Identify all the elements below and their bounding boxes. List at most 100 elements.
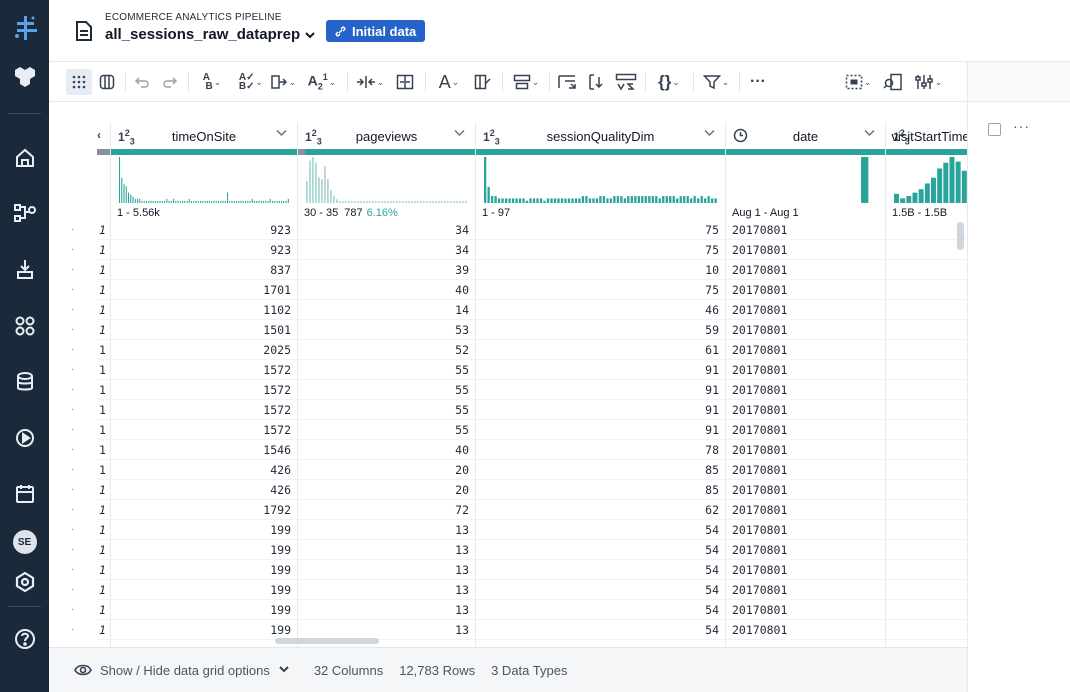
table-cell[interactable]: 20170801 (726, 400, 885, 420)
table-cell[interactable]: 54 (476, 540, 725, 560)
table-cell[interactable] (886, 340, 967, 360)
table-cell[interactable] (886, 360, 967, 380)
table-cell[interactable] (886, 460, 967, 480)
table-cell[interactable]: 40 (298, 440, 475, 460)
initial-data-button[interactable]: Initial data (326, 20, 426, 42)
table-cell[interactable] (886, 280, 967, 300)
pivot-button[interactable] (555, 69, 579, 95)
text-format-menu[interactable]: A✓ B✓ ⌄ (235, 69, 267, 95)
table-cell[interactable]: 20170801 (726, 540, 885, 560)
table-cell[interactable]: 13 (298, 600, 475, 620)
table-cell[interactable]: 199 (111, 600, 297, 620)
table-cell[interactable]: 10 (476, 260, 725, 280)
table-cell[interactable]: 199 (111, 540, 297, 560)
table-cell[interactable]: 20170801 (726, 520, 885, 540)
table-cell[interactable]: 13 (298, 560, 475, 580)
table-cell[interactable]: 1572 (111, 360, 297, 380)
column-header[interactable]: 123 sessionQualityDim (476, 122, 725, 150)
table-cell[interactable]: 20170801 (726, 380, 885, 400)
row-handle[interactable]: · (49, 240, 89, 260)
row-handle[interactable]: · (49, 360, 89, 380)
table-cell[interactable]: 53 (298, 320, 475, 340)
table-cell[interactable] (886, 440, 967, 460)
row-handle[interactable]: · (49, 400, 89, 420)
table-cell[interactable]: 34 (298, 220, 475, 240)
column-histogram[interactable] (111, 155, 297, 205)
table-cell[interactable]: 1701 (111, 280, 297, 300)
table-cell[interactable]: 20170801 (726, 360, 885, 380)
table-cell[interactable]: 1 (97, 560, 110, 580)
table-cell[interactable]: 20170801 (726, 600, 885, 620)
user-avatar[interactable]: SE (0, 522, 49, 562)
panel-more-icon[interactable]: ··· (1013, 118, 1030, 134)
table-cell[interactable]: 54 (476, 520, 725, 540)
table-cell[interactable]: 199 (111, 580, 297, 600)
table-cell[interactable]: 20170801 (726, 500, 885, 520)
chevron-down-icon[interactable] (278, 664, 290, 677)
collapse-columns-button[interactable] (393, 69, 417, 95)
table-cell[interactable] (886, 500, 967, 520)
filter-menu[interactable]: ⌄ (699, 69, 733, 95)
table-cell[interactable]: 426 (111, 480, 297, 500)
table-cell[interactable] (886, 600, 967, 620)
column-histogram[interactable] (298, 155, 475, 205)
table-cell[interactable]: 199 (111, 520, 297, 540)
run-icon[interactable] (0, 418, 49, 458)
table-cell[interactable]: 85 (476, 480, 725, 500)
table-cell[interactable]: 20170801 (726, 220, 885, 240)
column-search-button[interactable] (881, 69, 905, 95)
lookup-button[interactable] (613, 69, 639, 95)
select-all-checkbox[interactable] (988, 123, 1001, 136)
chevron-down-icon[interactable] (704, 128, 715, 140)
table-cell[interactable]: 1 (97, 420, 110, 440)
table-cell[interactable] (886, 220, 967, 240)
table-cell[interactable]: 20170801 (726, 480, 885, 500)
table-cell[interactable]: 20170801 (726, 460, 885, 480)
table-cell[interactable]: 426 (111, 460, 297, 480)
selection-menu[interactable]: ⌄ (841, 69, 875, 95)
table-cell[interactable] (886, 560, 967, 580)
table-cell[interactable]: 20170801 (726, 300, 885, 320)
row-handle[interactable]: · (49, 300, 89, 320)
table-cell[interactable]: 20 (298, 480, 475, 500)
row-handle[interactable]: · (49, 540, 89, 560)
table-cell[interactable] (886, 240, 967, 260)
table-cell[interactable]: 1792 (111, 500, 297, 520)
table-cell[interactable]: 1 (97, 620, 110, 640)
column-header[interactable]: date (726, 122, 885, 150)
split-column-menu[interactable]: ⌄ (353, 69, 387, 95)
dataset-selector[interactable]: all_sessions_raw_dataprep (105, 26, 316, 43)
table-cell[interactable] (886, 580, 967, 600)
table-cell[interactable] (886, 400, 967, 420)
eye-icon[interactable] (74, 663, 92, 677)
database-icon[interactable] (0, 362, 49, 402)
table-cell[interactable]: 1 (97, 280, 110, 300)
table-cell[interactable]: 1 (97, 600, 110, 620)
table-cell[interactable]: 34 (298, 240, 475, 260)
table-cell[interactable] (886, 540, 967, 560)
table-cell[interactable]: 1572 (111, 420, 297, 440)
table-cell[interactable]: 1 (97, 460, 110, 480)
row-handle[interactable]: · (49, 480, 89, 500)
row-handle[interactable]: · (49, 260, 89, 280)
table-cell[interactable]: 91 (476, 400, 725, 420)
table-cell[interactable]: 75 (476, 240, 725, 260)
table-cell[interactable]: 62 (476, 500, 725, 520)
table-cell[interactable] (886, 420, 967, 440)
table-cell[interactable]: 1 (97, 480, 110, 500)
table-cell[interactable]: 52 (298, 340, 475, 360)
table-cell[interactable] (886, 300, 967, 320)
table-cell[interactable]: 1 (97, 440, 110, 460)
chevron-down-icon[interactable] (864, 128, 875, 140)
help-icon[interactable] (0, 619, 49, 659)
column-header[interactable]: 123 pageviews (298, 122, 475, 150)
row-handle[interactable]: · (49, 340, 89, 360)
grid-view-toggle[interactable] (66, 69, 92, 95)
table-cell[interactable]: 1 (97, 540, 110, 560)
merge-menu[interactable]: ⌄ (267, 69, 299, 95)
table-cell[interactable] (886, 260, 967, 280)
vertical-scrollbar[interactable] (957, 222, 964, 250)
table-cell[interactable]: 1 (97, 500, 110, 520)
table-cell[interactable]: 20170801 (726, 440, 885, 460)
row-handle[interactable]: · (49, 560, 89, 580)
